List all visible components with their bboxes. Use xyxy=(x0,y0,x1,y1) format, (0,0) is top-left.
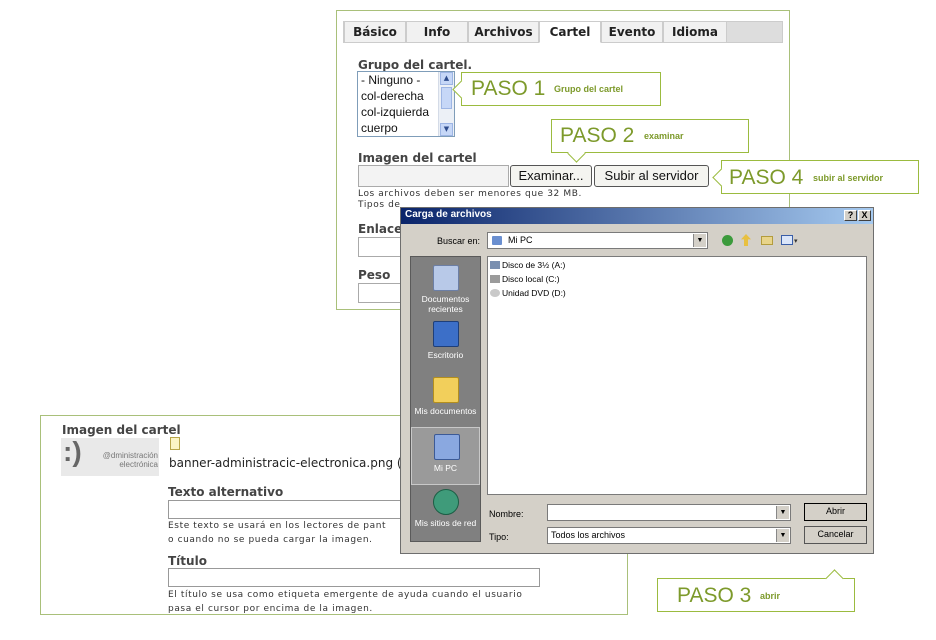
file-upload-dialog: Carga de archivos ? X Buscar en: Mi PC ▼… xyxy=(400,207,874,554)
floppy-drive-icon xyxy=(490,261,500,269)
help-button[interactable]: ? xyxy=(844,210,857,221)
list-item[interactable]: Disco de 3½ (A:) xyxy=(490,260,565,273)
place-mis-documentos[interactable]: Mis documentos xyxy=(411,371,480,429)
tab-evento[interactable]: Evento xyxy=(601,21,663,43)
paso2-title: PASO 2 xyxy=(560,124,635,147)
name-label: Nombre: xyxy=(489,509,524,519)
bottom-image-label: Imagen del cartel xyxy=(62,423,181,437)
dialog-titlebar[interactable]: Carga de archivos ? X xyxy=(401,208,873,224)
up-folder-icon[interactable] xyxy=(741,234,751,246)
dvd-drive-icon xyxy=(490,289,500,297)
group-label: Grupo del cartel. xyxy=(358,58,473,72)
list-item[interactable]: col-derecha xyxy=(361,89,424,103)
back-icon[interactable] xyxy=(722,235,733,246)
alt-help-2: o cuando no se pueda cargar la imagen. xyxy=(168,535,373,545)
title-help-1: El título se usa como etiqueta emergente… xyxy=(168,590,523,600)
title-label: Título xyxy=(168,554,207,568)
link-label: Enlace xyxy=(358,222,403,236)
paso3-hint: abrir xyxy=(760,591,781,601)
place-mis-sitios-de-red[interactable]: Mis sitios de red xyxy=(411,483,480,541)
dialog-title: Carga de archivos xyxy=(405,209,492,220)
image-label: Imagen del cartel xyxy=(358,151,477,165)
logo-text: @dministración electrónica xyxy=(102,451,158,469)
place-documentos-recientes[interactable]: Documentos recientes xyxy=(411,259,480,317)
list-item[interactable]: col-izquierda xyxy=(361,105,429,119)
callout-paso4: PASO 4 subir al servidor xyxy=(712,160,919,194)
paso3-title: PASO 3 xyxy=(677,584,752,607)
banner-thumbnail: :) @dministración electrónica xyxy=(61,436,159,476)
scroll-thumb[interactable] xyxy=(441,87,452,109)
view-menu-icon[interactable] xyxy=(781,235,793,245)
desktop-icon xyxy=(433,321,459,347)
upload-button[interactable]: Subir al servidor xyxy=(594,165,709,187)
title-help-2: pasa el cursor por encima de la imagen. xyxy=(168,604,373,614)
paso4-title: PASO 4 xyxy=(729,166,804,189)
tab-basico[interactable]: Básico xyxy=(344,21,406,43)
scroll-down-icon[interactable]: ▼ xyxy=(440,123,453,136)
filename-input[interactable]: ▼ xyxy=(547,504,791,521)
chevron-down-icon[interactable]: ▼ xyxy=(776,529,789,542)
size-help-text: Los archivos deben ser menores que 32 MB… xyxy=(358,189,582,199)
tab-archivos[interactable]: Archivos xyxy=(468,21,539,43)
places-bar: Documentos recientes Escritorio Mis docu… xyxy=(410,256,481,542)
place-label: Mis sitios de red xyxy=(414,518,477,528)
examine-button[interactable]: Examinar... xyxy=(510,165,592,187)
new-folder-icon[interactable] xyxy=(761,236,773,245)
callout-pointer xyxy=(825,569,844,588)
callout-paso1: PASO 1 Grupo del cartel xyxy=(452,72,661,106)
place-mi-pc[interactable]: Mi PC xyxy=(411,427,480,485)
close-button[interactable]: X xyxy=(858,210,871,221)
paso1-title: PASO 1 xyxy=(471,77,546,100)
place-label: Escritorio xyxy=(427,350,464,360)
chevron-down-icon[interactable]: ▼ xyxy=(776,506,789,519)
uploaded-filename[interactable]: banner-administracic-electronica.png ( xyxy=(169,456,402,470)
list-item[interactable]: cuerpo xyxy=(361,121,398,135)
smiley-logo-icon: :) xyxy=(63,436,82,467)
place-label: Mi PC xyxy=(433,463,458,473)
lookin-combo[interactable]: Mi PC ▼ xyxy=(487,232,708,249)
paso4-hint: subir al servidor xyxy=(813,173,884,183)
network-places-icon xyxy=(433,489,459,515)
tab-cartel[interactable]: Cartel xyxy=(539,21,601,43)
my-documents-icon xyxy=(433,377,459,403)
title-input[interactable] xyxy=(168,568,540,587)
cancel-button[interactable]: Cancelar xyxy=(804,526,867,544)
lookin-value: Mi PC xyxy=(508,235,533,245)
paso2-hint: examinar xyxy=(644,131,684,141)
place-escritorio[interactable]: Escritorio xyxy=(411,315,480,373)
list-item[interactable]: Unidad DVD (D:) xyxy=(490,288,566,301)
weight-label: Peso xyxy=(358,268,391,282)
scroll-up-icon[interactable]: ▲ xyxy=(440,72,453,85)
file-type-select[interactable]: Todos los archivos ▼ xyxy=(547,527,791,544)
list-item[interactable]: Disco local (C:) xyxy=(490,274,560,287)
recent-documents-icon xyxy=(433,265,459,291)
alt-text-input[interactable] xyxy=(168,500,408,519)
tab-info[interactable]: Info xyxy=(406,21,468,43)
file-list: Disco de 3½ (A:) Disco local (C:) Unidad… xyxy=(487,256,867,495)
alt-help-1: Este texto se usará en los lectores de p… xyxy=(168,521,387,531)
image-file-icon xyxy=(170,437,180,450)
place-label: Documentos recientes xyxy=(421,294,470,314)
lookin-label: Buscar en: xyxy=(437,236,481,246)
file-path-input[interactable] xyxy=(358,165,509,187)
callout-paso2: PASO 2 examinar xyxy=(551,119,749,163)
listbox-scrollbar[interactable]: ▲ ▼ xyxy=(438,72,454,136)
alt-label: Texto alternativo xyxy=(168,485,284,499)
paso1-hint: Grupo del cartel xyxy=(554,84,624,94)
chevron-down-icon[interactable]: ▾ xyxy=(794,237,798,245)
tab-idioma[interactable]: Idioma xyxy=(663,21,727,43)
my-computer-icon xyxy=(434,434,460,460)
types-help-text: Tipos de xyxy=(358,200,401,210)
place-label: Mis documentos xyxy=(414,406,477,416)
callout-paso3: PASO 3 abrir xyxy=(657,569,855,612)
list-item[interactable]: - Ninguno - xyxy=(361,73,420,87)
type-label: Tipo: xyxy=(489,532,509,542)
tab-bar: Básico Info Archivos Cartel Evento Idiom… xyxy=(343,21,783,43)
computer-icon xyxy=(492,236,502,245)
group-listbox[interactable]: - Ninguno - col-derecha col-izquierda cu… xyxy=(357,71,455,137)
hard-drive-icon xyxy=(490,275,500,283)
chevron-down-icon[interactable]: ▼ xyxy=(693,234,706,247)
open-button[interactable]: Abrir xyxy=(804,503,867,521)
